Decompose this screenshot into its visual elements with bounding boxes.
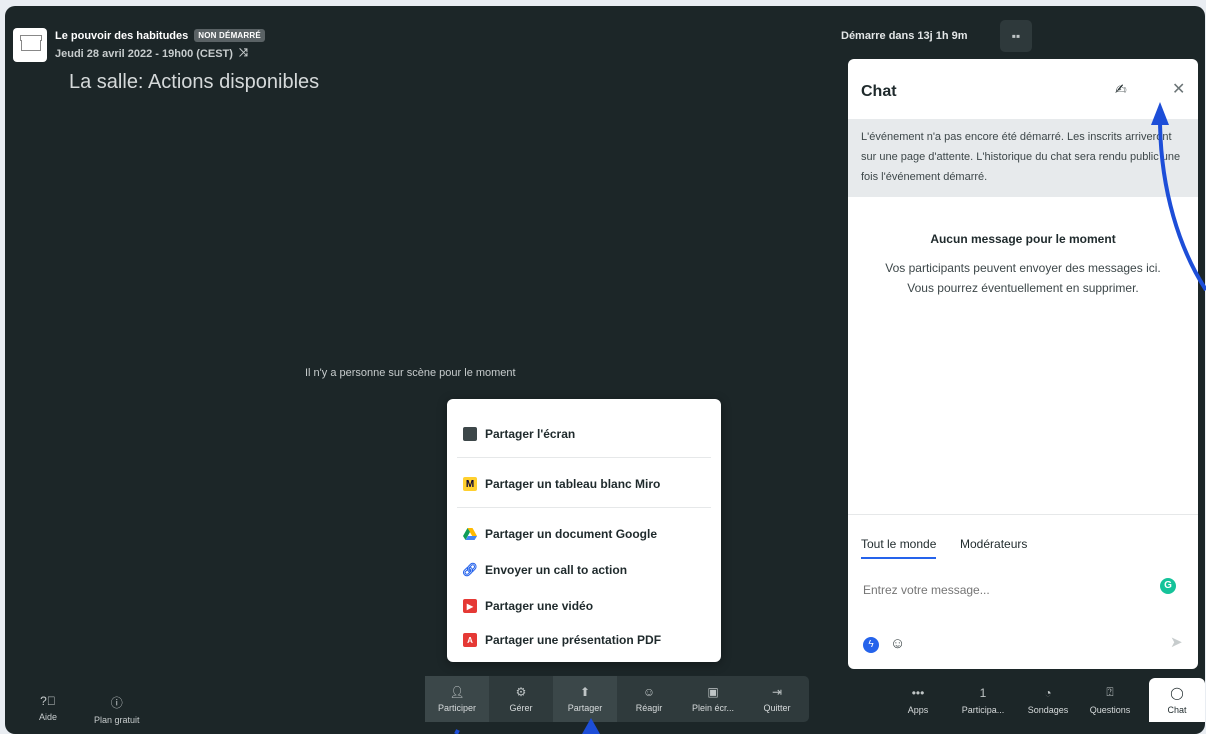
annotation-arrows [454, 102, 1206, 734]
arrowhead-share [582, 718, 600, 734]
arrowhead-mute [1151, 102, 1169, 125]
arrow-to-mute [1158, 117, 1206, 292]
arrow-to-participate [454, 729, 460, 734]
